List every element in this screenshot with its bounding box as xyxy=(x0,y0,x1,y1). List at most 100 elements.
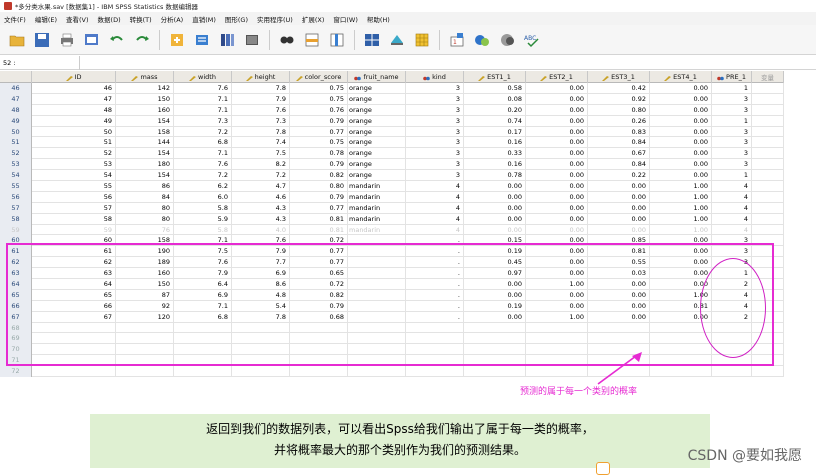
table-cell[interactable]: 0.45 xyxy=(464,257,526,269)
row-number[interactable]: 66 xyxy=(0,300,32,312)
table-cell[interactable]: 63 xyxy=(32,268,116,280)
table-cell[interactable]: 7.6 xyxy=(174,257,232,269)
table-cell[interactable]: 0.79 xyxy=(290,191,348,203)
table-cell[interactable]: 0.78 xyxy=(290,148,348,160)
undo-icon[interactable] xyxy=(106,29,128,51)
table-cell[interactable]: 0.00 xyxy=(588,279,650,290)
table-cell[interactable]: 190 xyxy=(116,246,174,258)
table-cell[interactable]: 54 xyxy=(32,170,116,182)
table-cell[interactable]: 5.8 xyxy=(174,202,232,214)
table-cell[interactable]: 61 xyxy=(32,246,116,258)
table-cell[interactable]: 7.1 xyxy=(174,300,232,312)
menu-item[interactable]: 帮助(H) xyxy=(367,14,390,24)
variables-icon[interactable] xyxy=(216,29,238,51)
table-cell[interactable] xyxy=(232,355,290,367)
table-cell[interactable]: 4 xyxy=(406,181,464,192)
table-cell[interactable] xyxy=(174,366,232,378)
column-header[interactable]: width xyxy=(174,71,232,83)
table-cell[interactable]: 7.1 xyxy=(174,148,232,160)
table-cell[interactable]: 58 xyxy=(32,213,116,225)
table-cell[interactable] xyxy=(32,355,116,367)
table-cell[interactable] xyxy=(348,279,406,290)
table-cell[interactable]: 0.00 xyxy=(526,159,588,171)
table-cell[interactable]: . xyxy=(406,300,464,312)
table-cell[interactable]: 3 xyxy=(406,148,464,160)
table-cell[interactable]: 0.55 xyxy=(588,257,650,269)
row-number[interactable]: 60 xyxy=(0,235,32,247)
table-cell[interactable] xyxy=(406,366,464,378)
column-header[interactable]: fruit_name xyxy=(348,71,406,83)
table-cell[interactable]: 80 xyxy=(116,202,174,214)
table-cell[interactable]: 7.1 xyxy=(174,235,232,247)
table-cell[interactable]: 1.00 xyxy=(650,224,712,236)
table-cell[interactable]: 6.4 xyxy=(174,279,232,290)
grid-corner[interactable] xyxy=(0,71,32,83)
menu-item[interactable]: 图形(G) xyxy=(225,14,248,24)
table-cell[interactable]: 0.68 xyxy=(290,311,348,323)
table-cell[interactable]: 7.8 xyxy=(232,311,290,323)
table-cell[interactable] xyxy=(526,366,588,378)
table-cell[interactable]: 52 xyxy=(32,148,116,160)
table-cell[interactable]: 7.8 xyxy=(232,126,290,138)
table-cell[interactable]: 64 xyxy=(32,279,116,290)
table-cell[interactable]: 0.00 xyxy=(650,279,712,290)
menu-item[interactable]: 窗口(W) xyxy=(333,14,358,24)
table-cell[interactable]: 0.74 xyxy=(464,115,526,127)
table-cell[interactable] xyxy=(752,246,784,258)
table-cell[interactable]: 7.5 xyxy=(174,246,232,258)
table-cell[interactable]: 0.00 xyxy=(588,191,650,203)
table-cell[interactable] xyxy=(464,366,526,378)
row-number[interactable]: 68 xyxy=(0,322,32,334)
table-cell[interactable]: 150 xyxy=(116,279,174,290)
split-file-icon[interactable] xyxy=(361,29,383,51)
table-cell[interactable]: 8.6 xyxy=(232,279,290,290)
table-cell[interactable] xyxy=(650,366,712,378)
table-cell[interactable]: . xyxy=(406,246,464,258)
table-cell[interactable] xyxy=(752,191,784,203)
cell-reference[interactable]: 52 : xyxy=(0,55,80,70)
table-cell[interactable]: 0.00 xyxy=(526,246,588,258)
table-cell[interactable]: 76 xyxy=(116,224,174,236)
table-cell[interactable]: 0.00 xyxy=(526,104,588,116)
table-cell[interactable]: orange xyxy=(348,93,406,105)
table-cell[interactable] xyxy=(752,344,784,356)
table-cell[interactable]: 59 xyxy=(32,224,116,236)
table-cell[interactable]: 0.00 xyxy=(464,289,526,301)
table-cell[interactable]: 51 xyxy=(32,137,116,149)
table-cell[interactable]: 1.00 xyxy=(650,181,712,192)
table-cell[interactable]: 7.2 xyxy=(174,126,232,138)
table-cell[interactable] xyxy=(406,322,464,334)
table-cell[interactable]: 0.00 xyxy=(650,159,712,171)
table-cell[interactable]: 0.08 xyxy=(464,93,526,105)
table-cell[interactable]: 1.00 xyxy=(650,289,712,301)
table-cell[interactable]: 0.00 xyxy=(650,137,712,149)
table-cell[interactable]: 0.84 xyxy=(588,159,650,171)
table-cell[interactable] xyxy=(752,126,784,138)
open-folder-icon[interactable] xyxy=(6,29,28,51)
table-cell[interactable]: 1.00 xyxy=(526,279,588,290)
table-cell[interactable]: 5.8 xyxy=(174,224,232,236)
table-cell[interactable]: 0.00 xyxy=(464,202,526,214)
table-cell[interactable] xyxy=(752,83,784,94)
row-number[interactable]: 67 xyxy=(0,311,32,323)
table-cell[interactable]: 0.00 xyxy=(650,115,712,127)
table-cell[interactable]: 7.3 xyxy=(232,115,290,127)
table-cell[interactable]: 87 xyxy=(116,289,174,301)
table-cell[interactable] xyxy=(348,268,406,280)
table-cell[interactable]: 154 xyxy=(116,115,174,127)
table-cell[interactable]: 6.0 xyxy=(174,191,232,203)
table-cell[interactable]: 0.00 xyxy=(588,224,650,236)
row-number[interactable]: 71 xyxy=(0,355,32,367)
table-cell[interactable] xyxy=(712,355,752,367)
table-cell[interactable]: 3 xyxy=(712,257,752,269)
table-cell[interactable] xyxy=(348,344,406,356)
table-cell[interactable]: 53 xyxy=(32,159,116,171)
table-cell[interactable] xyxy=(752,300,784,312)
table-cell[interactable] xyxy=(650,344,712,356)
table-cell[interactable]: 0.00 xyxy=(650,246,712,258)
table-cell[interactable]: 56 xyxy=(32,191,116,203)
menu-item[interactable]: 数据(D) xyxy=(98,14,121,24)
table-cell[interactable]: 0.00 xyxy=(464,191,526,203)
table-cell[interactable]: 3 xyxy=(712,159,752,171)
table-cell[interactable] xyxy=(752,115,784,127)
